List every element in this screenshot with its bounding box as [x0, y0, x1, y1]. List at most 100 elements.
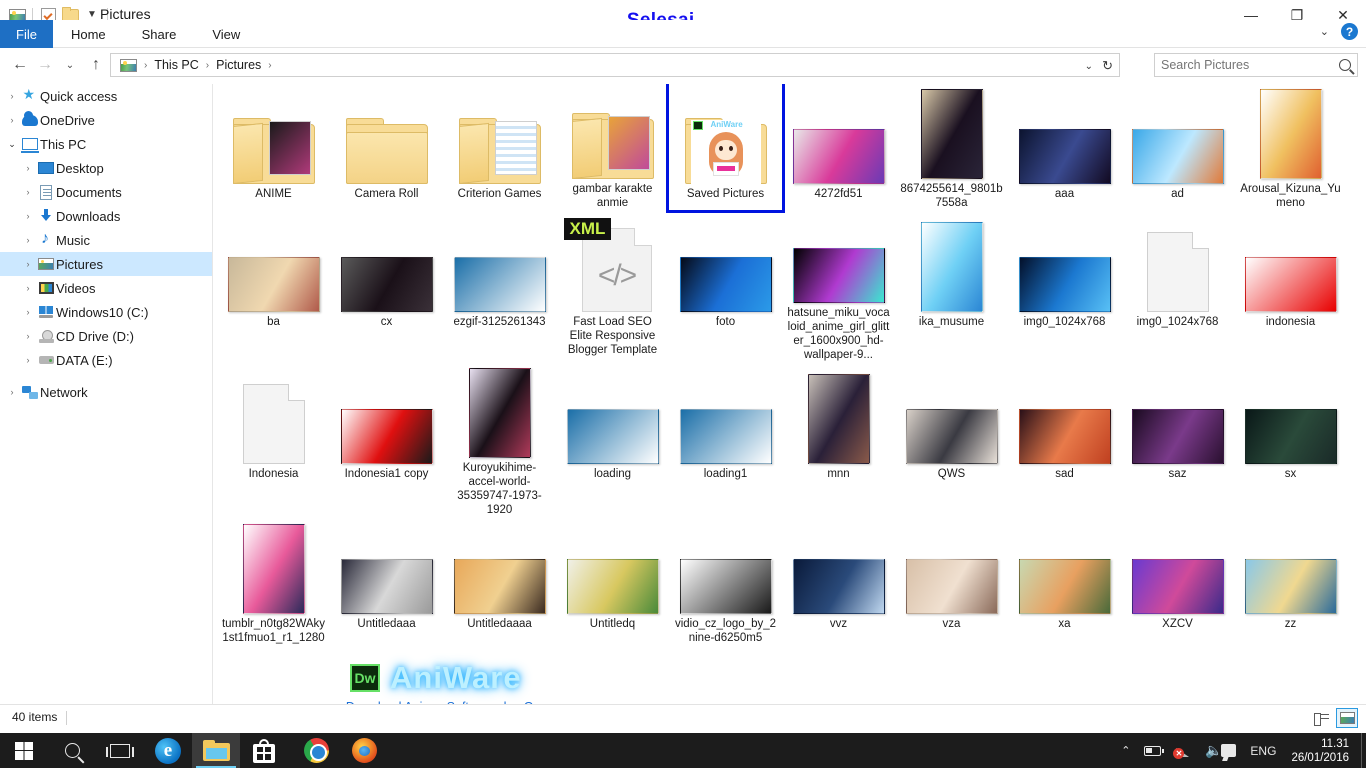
tab-share[interactable]: Share	[124, 20, 195, 48]
file-item[interactable]: Untitledaaa	[330, 514, 443, 662]
file-item[interactable]: sx	[1234, 364, 1347, 512]
large-icons-view-button[interactable]	[1336, 708, 1358, 728]
chevron-right-icon[interactable]: ›	[20, 211, 36, 221]
file-item[interactable]: foto	[669, 212, 782, 362]
file-item[interactable]: XZCV	[1121, 514, 1234, 662]
file-item[interactable]: Indonesia	[217, 364, 330, 512]
back-button[interactable]: ←	[8, 53, 32, 77]
volume-icon[interactable]: 🔈	[1198, 743, 1222, 757]
chevron-right-icon[interactable]: ›	[20, 307, 36, 317]
forward-button[interactable]: →	[33, 53, 57, 77]
file-item[interactable]: cx	[330, 212, 443, 362]
file-item[interactable]: hatsune_miku_vocaloid_anime_girl_glitter…	[782, 212, 895, 362]
file-item[interactable]: saz	[1121, 364, 1234, 512]
sidebar-item-cd-drive-d[interactable]: › CD Drive (D:)	[0, 324, 212, 348]
chevron-right-icon[interactable]: ›	[4, 91, 20, 101]
file-item[interactable]: AniWare Saved Pictures	[666, 84, 785, 213]
file-item[interactable]: tumblr_n0tg82WAky1st1fmuo1_r1_1280	[217, 514, 330, 662]
file-item[interactable]: ANIME	[217, 84, 330, 210]
language-indicator[interactable]: ENG	[1243, 744, 1283, 758]
file-item[interactable]: Criterion Games	[443, 84, 556, 210]
file-item[interactable]: loading	[556, 364, 669, 512]
chevron-down-icon[interactable]: ⌄	[1085, 61, 1093, 72]
show-hidden-icons-button[interactable]: ⌃	[1114, 744, 1137, 757]
file-item[interactable]: </> XML Fast Load SEO Elite Responsive Blo…	[556, 212, 669, 362]
sidebar-item-windows10-c[interactable]: › Windows10 (C:)	[0, 300, 212, 324]
tab-home[interactable]: Home	[53, 20, 124, 48]
show-desktop-button[interactable]	[1361, 733, 1366, 768]
sidebar-item-this-pc[interactable]: ⌄ This PC	[0, 132, 212, 156]
sidebar-item-network[interactable]: › Network	[0, 380, 212, 404]
chevron-right-icon[interactable]: ›	[20, 283, 36, 293]
start-button[interactable]	[0, 733, 48, 768]
file-item[interactable]: vvz	[782, 514, 895, 662]
file-item[interactable]: Indonesia1 copy	[330, 364, 443, 512]
sidebar-item-pictures[interactable]: › Pictures	[0, 252, 212, 276]
task-view-button[interactable]	[96, 733, 144, 768]
tab-view[interactable]: View	[194, 20, 258, 48]
navigation-pane[interactable]: › Quick access › OneDrive ⌄ This PC › Desktop › D…	[0, 84, 213, 704]
up-button[interactable]: ↑	[84, 53, 108, 77]
file-item[interactable]: Untitledq	[556, 514, 669, 662]
search-button[interactable]	[48, 733, 96, 768]
file-item[interactable]: Untitledaaaa	[443, 514, 556, 662]
file-item[interactable]: sad	[1008, 364, 1121, 512]
chevron-right-icon[interactable]: ›	[20, 259, 36, 269]
chevron-down-icon[interactable]: ⌄	[4, 139, 20, 150]
file-item[interactable]: ezgif-3125261343	[443, 212, 556, 362]
file-item[interactable]: loading1	[669, 364, 782, 512]
file-item[interactable]: ad	[1121, 84, 1234, 210]
chevron-right-icon[interactable]: ›	[20, 355, 36, 365]
details-view-button[interactable]	[1310, 708, 1332, 728]
breadcrumb[interactable]: › This PC › Pictures › ⌄ ↻	[110, 53, 1120, 77]
file-item[interactable]: vza	[895, 514, 1008, 662]
chrome-button[interactable]	[292, 733, 340, 768]
sidebar-item-videos[interactable]: › Videos	[0, 276, 212, 300]
sidebar-item-onedrive[interactable]: › OneDrive	[0, 108, 212, 132]
file-item[interactable]: Camera Roll	[330, 84, 443, 210]
file-item[interactable]: vidio_cz_logo_by_2nine-d6250m5	[669, 514, 782, 662]
search-box[interactable]	[1154, 53, 1358, 77]
breadcrumb-item-pictures[interactable]: Pictures	[214, 58, 263, 72]
sidebar-item-music[interactable]: › Music	[0, 228, 212, 252]
chevron-right-icon[interactable]: ›	[20, 331, 36, 341]
file-item[interactable]: gambar karakte anmie	[556, 84, 669, 210]
tab-file[interactable]: File	[0, 20, 53, 48]
file-item[interactable]: mnn	[782, 364, 895, 512]
sidebar-item-desktop[interactable]: › Desktop	[0, 156, 212, 180]
sidebar-item-downloads[interactable]: › Downloads	[0, 204, 212, 228]
store-button[interactable]	[240, 733, 288, 768]
file-item[interactable]: 8674255614_9801b7558a	[895, 84, 1008, 210]
file-item[interactable]: img0_1024x768	[1008, 212, 1121, 362]
chevron-right-icon[interactable]: ›	[20, 187, 36, 197]
file-item[interactable]: img0_1024x768	[1121, 212, 1234, 362]
file-item[interactable]: 4272fd51	[782, 84, 895, 210]
sidebar-item-documents[interactable]: › Documents	[0, 180, 212, 204]
file-item[interactable]: QWS	[895, 364, 1008, 512]
file-explorer-button[interactable]	[192, 733, 240, 768]
refresh-icon[interactable]: ↻	[1102, 58, 1113, 74]
chevron-right-icon[interactable]: ›	[4, 115, 20, 125]
help-button[interactable]: ?	[1341, 23, 1358, 40]
recent-locations-button[interactable]: ⌄	[58, 53, 82, 77]
file-item[interactable]: ba	[217, 212, 330, 362]
breadcrumb-item-this-pc[interactable]: This PC	[152, 58, 200, 72]
file-item[interactable]: aaa	[1008, 84, 1121, 210]
chevron-right-icon[interactable]: ›	[20, 235, 36, 245]
clock[interactable]: 11.31 26/01/2016	[1283, 737, 1361, 765]
sidebar-item-quick-access[interactable]: › Quick access	[0, 84, 212, 108]
file-item[interactable]: Arousal_Kizuna_Yumeno	[1234, 84, 1347, 210]
file-item[interactable]: xa	[1008, 514, 1121, 662]
file-item[interactable]: Kuroyukihime-accel-world-35359747-1973-1…	[443, 364, 556, 516]
chevron-right-icon[interactable]: ›	[20, 163, 36, 173]
network-error-icon[interactable]: ✕	[1168, 745, 1198, 759]
search-icon[interactable]	[1339, 59, 1351, 71]
firefox-button[interactable]	[340, 733, 388, 768]
chevron-right-icon[interactable]: ›	[4, 387, 20, 397]
file-item[interactable]: zz	[1234, 514, 1347, 662]
search-input[interactable]	[1161, 58, 1339, 72]
edge-button[interactable]: e	[144, 733, 192, 768]
battery-icon[interactable]	[1137, 745, 1168, 756]
sidebar-item-data-e[interactable]: › DATA (E:)	[0, 348, 212, 372]
file-item[interactable]: ika_musume	[895, 212, 1008, 362]
